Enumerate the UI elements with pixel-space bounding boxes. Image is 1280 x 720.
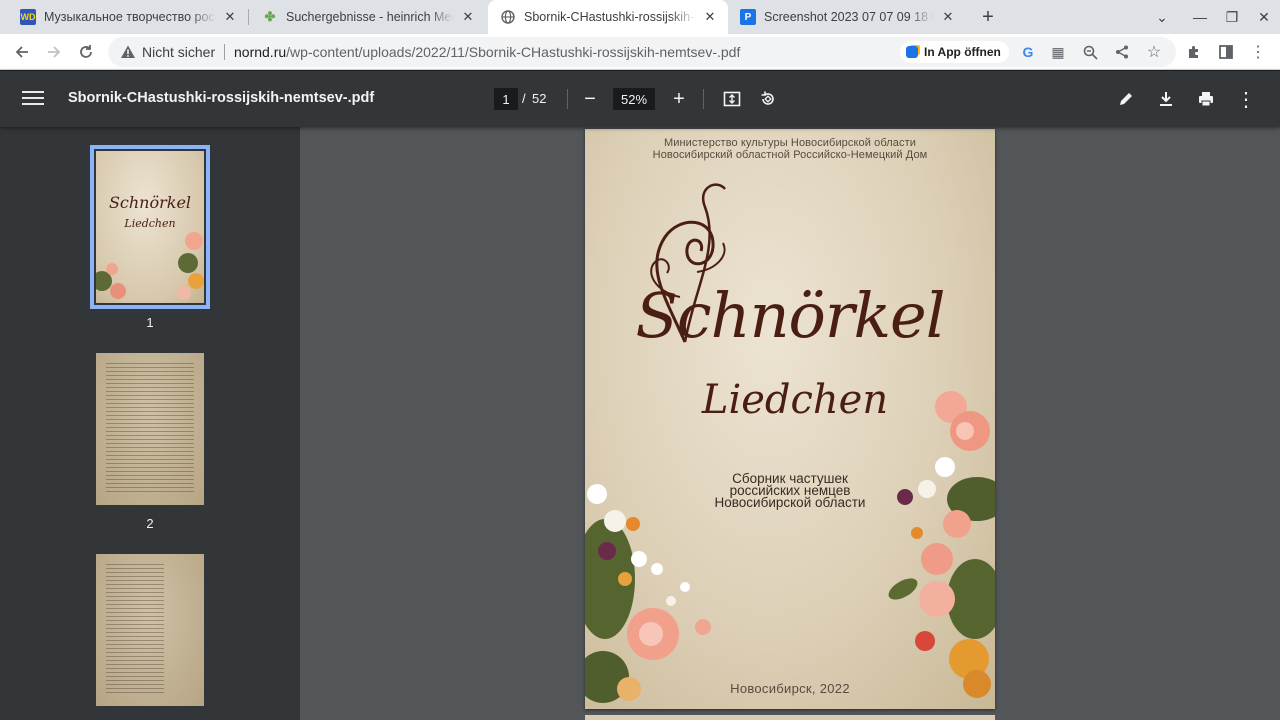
thumbnail-image[interactable] [96,554,204,706]
restore-icon[interactable]: ❐ [1216,0,1248,34]
tab-strip: WD Музыкальное творчество росс ✕ ✤ Suche… [0,0,1280,34]
tab-sbornik-pdf[interactable]: Sbornik-CHastushki-rossijskih-ne ✕ [488,0,728,34]
wd-site-icon: WD [20,9,36,25]
close-window-icon[interactable]: ✕ [1248,0,1280,34]
document-viewport[interactable]: Министерство культуры Новосибирской обла… [300,127,1280,720]
tab-separator [248,9,249,25]
thumbnail-page-2[interactable]: 2 [96,353,204,531]
close-icon[interactable]: ✕ [940,9,956,25]
download-button[interactable] [1152,85,1180,113]
tab-screenshot[interactable]: P Screenshot 2023 07 07 09 18 07 ✕ [728,0,966,34]
thumbnail-number: 1 [146,315,154,330]
zoom-input[interactable]: 52% [613,88,655,110]
pdf-page-1: Министерство культуры Новосибирской обла… [585,129,995,709]
tab-title: Screenshot 2023 07 07 09 18 07 [764,10,934,24]
tab-title: Sbornik-CHastushki-rossijskih-ne [524,10,696,24]
toolbar-separator [703,89,704,109]
browser-menu-icon[interactable]: ⋮ [1244,38,1272,66]
fit-to-page-button[interactable] [718,85,746,113]
thumbnail-sidebar: Schnörkel Liedchen 1 2 3 [0,127,300,720]
menu-icon[interactable] [22,88,44,110]
reload-button[interactable] [72,38,100,66]
tab-search-chevron-icon[interactable]: ⌄ [1146,0,1178,34]
thumbnail-flowers [96,232,204,300]
thumbnail-image[interactable] [96,353,204,505]
floral-decoration [585,391,995,703]
address-bar[interactable]: Nicht sicher nornd.ru/wp-content/uploads… [108,37,1176,67]
rotate-button[interactable] [754,85,782,113]
warning-icon[interactable] [120,44,136,60]
side-panel-icon[interactable] [1212,38,1240,66]
security-label[interactable]: Nicht sicher [142,44,215,60]
annotate-button[interactable] [1112,85,1140,113]
print-icon [1199,92,1213,107]
browser-toolbar: Nicht sicher nornd.ru/wp-content/uploads… [0,34,1280,70]
bookmark-star-icon[interactable]: ☆ [1144,42,1164,62]
forward-button[interactable] [40,38,68,66]
more-options-icon[interactable]: ⋮ [1232,85,1260,113]
thumbnail-image[interactable]: Schnörkel Liedchen [90,145,210,309]
close-icon[interactable]: ✕ [702,9,718,25]
pdf-page-2-edge [585,715,995,720]
translate-icon[interactable]: ▦ [1048,42,1068,62]
open-in-app-button[interactable]: In App öffnen [900,41,1009,63]
print-button[interactable] [1192,85,1220,113]
open-in-app-label: In App öffnen [924,45,1001,59]
pen-icon [1120,93,1132,105]
tab-musical[interactable]: WD Музыкальное творчество росс ✕ [8,0,248,34]
tab-title: Музыкальное творчество росс [44,10,216,24]
p-app-icon: P [740,9,756,25]
app-icon [906,46,918,58]
arrow-left-icon [15,46,28,58]
share-icon[interactable] [1112,42,1132,62]
tab-suchergebnisse[interactable]: ✤ Suchergebnisse - heinrich Mertz ✕ [250,0,486,34]
place-and-year: Новосибирск, 2022 [730,681,850,696]
thumbnail-page-1[interactable]: Schnörkel Liedchen 1 [90,145,210,330]
minimize-icon[interactable]: — [1184,0,1216,34]
toolbar-separator [567,89,568,109]
close-icon[interactable]: ✕ [460,9,476,25]
url-host: nornd.ru [234,44,287,60]
thumbnail-page-3[interactable]: 3 [96,554,204,720]
document-title: Sbornik-CHastushki-rossijskih-nemtsev-.p… [68,90,375,106]
pdf-toolbar: Sbornik-CHastushki-rossijskih-nemtsev-.p… [0,71,1280,127]
url-text[interactable]: nornd.ru/wp-content/uploads/2022/11/Sbor… [234,44,740,60]
zoom-icon[interactable] [1080,42,1100,62]
address-divider [224,44,225,60]
globe-icon [500,9,516,25]
rotate-icon [761,91,774,105]
page-separator: / [522,91,526,106]
thumbnail-number: 2 [146,516,154,531]
download-icon [1160,92,1172,106]
back-button[interactable] [8,38,36,66]
page-number-input[interactable]: 1 [494,88,518,110]
page-total: 52 [532,91,547,106]
fit-page-icon [723,91,741,107]
reload-icon [80,45,92,58]
close-icon[interactable]: ✕ [222,9,238,25]
zoom-in-button[interactable]: + [665,85,693,113]
thumbnail-text-lines [106,564,164,696]
extensions-icon[interactable] [1180,38,1208,66]
arrow-right-icon [48,46,61,58]
leaf-icon: ✤ [264,9,276,24]
new-tab-button[interactable]: + [976,5,1000,29]
thumbnail-text-lines [106,363,194,495]
google-icon[interactable]: G [1018,42,1038,62]
tab-title: Suchergebnisse - heinrich Mertz [286,10,454,24]
zoom-out-button[interactable]: − [576,85,604,113]
url-path: /wp-content/uploads/2022/11/Sbornik-CHas… [286,44,741,60]
